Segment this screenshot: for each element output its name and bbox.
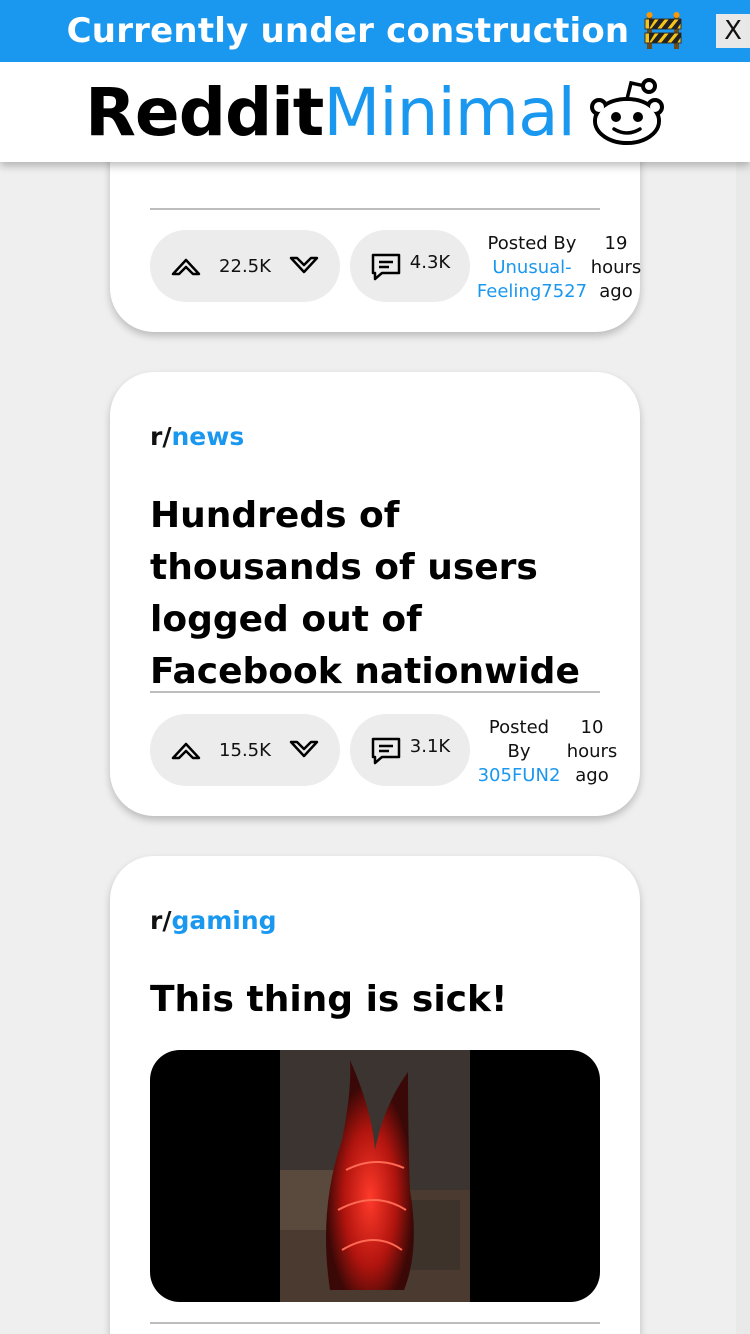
logo-text-minimal: Minimal: [323, 73, 576, 151]
post-title[interactable]: This thing is sick!: [150, 974, 600, 1026]
comment-count: 3.1K: [409, 735, 451, 757]
upvote-count: 15.5K: [219, 739, 271, 761]
upvote-arrow-icon[interactable]: [170, 738, 202, 762]
divider: [150, 691, 600, 693]
posted-by-label: Posted By: [487, 233, 577, 254]
banner-text: Currently under construction: [66, 11, 630, 51]
app-logo[interactable]: RedditMinimal: [85, 73, 576, 151]
logo-text-reddit: Reddit: [85, 73, 324, 151]
subreddit-label: r/news: [150, 422, 244, 451]
scrollbar[interactable]: [736, 62, 750, 1334]
subreddit-prefix: r/: [150, 906, 172, 935]
divider: [150, 208, 600, 210]
upvote-arrow-icon[interactable]: [170, 254, 202, 278]
downvote-arrow-icon[interactable]: [288, 738, 320, 762]
close-banner-button[interactable]: X: [716, 14, 750, 48]
posted-by-label: Posted By: [488, 717, 550, 762]
comment-icon: [371, 253, 401, 281]
comment-icon: [371, 737, 401, 765]
comments-button[interactable]: 4.3K: [350, 230, 470, 302]
post-video[interactable]: [150, 1050, 600, 1302]
posted-by: Posted By 305FUN2: [476, 716, 562, 788]
downvote-arrow-icon[interactable]: [288, 254, 320, 278]
subreddit-link[interactable]: gaming: [171, 906, 276, 935]
posted-by: Posted By Unusual-Feeling7527: [476, 232, 588, 304]
post-title[interactable]: Hundreds of thousands of users logged ou…: [150, 490, 600, 698]
subreddit-link[interactable]: news: [171, 422, 244, 451]
vote-controls: 22.5K: [150, 230, 340, 302]
reddit-snoo-icon: [589, 78, 664, 145]
post-card[interactable]: r/gaming This thing is sick!: [110, 856, 640, 1334]
subreddit-prefix: r/: [150, 422, 172, 451]
author-link[interactable]: 305FUN2: [476, 764, 562, 788]
comments-button[interactable]: 3.1K: [350, 714, 470, 786]
divider: [150, 1322, 600, 1324]
comment-count: 4.3K: [409, 251, 451, 273]
upvote-count: 22.5K: [219, 255, 271, 277]
post-time: 10 hours ago: [566, 717, 618, 786]
app-header: RedditMinimal: [0, 62, 750, 162]
post-time: 19 hours ago: [590, 233, 642, 302]
author-link[interactable]: Unusual-Feeling7527: [476, 256, 588, 304]
vote-controls: 15.5K: [150, 714, 340, 786]
page: Currently under construction X RedditMin…: [0, 0, 750, 1334]
video-thumbnail: [280, 1050, 470, 1302]
subreddit-label: r/gaming: [150, 906, 277, 935]
construction-barrier-icon: [643, 11, 683, 51]
construction-banner: Currently under construction X: [0, 0, 750, 62]
post-card[interactable]: r/news Hundreds of thousands of users lo…: [110, 372, 640, 816]
